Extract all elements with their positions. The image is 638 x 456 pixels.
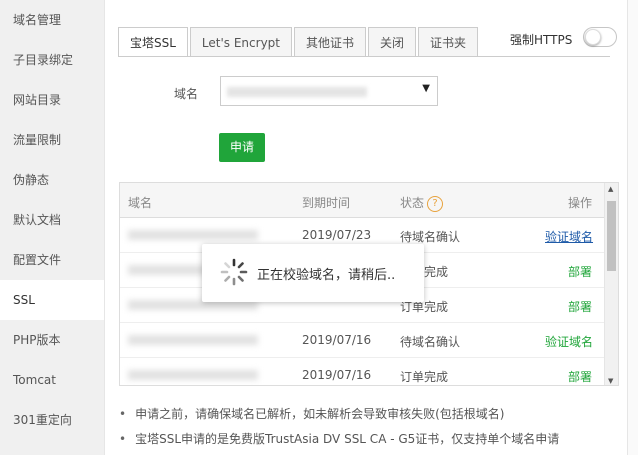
sidebar-item-tomcat[interactable]: Tomcat bbox=[0, 360, 104, 400]
loading-text: 正在校验域名，请稍后.. bbox=[257, 268, 396, 283]
tab-cert-folder[interactable]: 证书夹 bbox=[418, 27, 479, 57]
blurred-domain bbox=[128, 335, 258, 345]
force-https-toggle[interactable] bbox=[583, 27, 617, 47]
table-scrollbar[interactable]: ▲ ▼ bbox=[604, 183, 618, 385]
table-row: 2019/07/16 订单完成 部署 bbox=[120, 358, 618, 385]
sidebar-item-301-redirect[interactable]: 301重定向 bbox=[0, 400, 104, 440]
note-item: 宝塔SSL申请的是免费版TrustAsia DV SSL CA - G5证书，仅… bbox=[119, 431, 559, 456]
header-expire: 到期时间 bbox=[302, 196, 351, 210]
domain-label: 域名 bbox=[174, 87, 199, 101]
tab-other-cert[interactable]: 其他证书 bbox=[294, 27, 367, 57]
scrollbar-thumb[interactable] bbox=[607, 201, 616, 271]
question-icon[interactable]: ? bbox=[427, 195, 444, 212]
table-row: 2019/07/16 待域名确认 验证域名 bbox=[120, 323, 618, 358]
domain-select[interactable]: ▼ bbox=[220, 76, 438, 106]
header-status-text: 状态 bbox=[400, 196, 425, 210]
blurred-domain-value bbox=[227, 87, 367, 97]
blurred-domain bbox=[128, 230, 258, 240]
ssl-tabs: 宝塔SSL Let's Encrypt 其他证书 关闭 证书夹 bbox=[118, 27, 480, 57]
row-status: 待域名确认 bbox=[400, 335, 461, 349]
sidebar-item-php-version[interactable]: PHP版本 bbox=[0, 320, 104, 360]
deploy-link[interactable]: 部署 bbox=[568, 368, 592, 385]
row-expire: 2019/07/23 bbox=[302, 228, 372, 242]
row-status: 完成 bbox=[424, 265, 449, 279]
header-domain: 域名 bbox=[128, 196, 153, 210]
deploy-link[interactable]: 部署 bbox=[568, 263, 592, 280]
header-action: 操作 bbox=[568, 196, 593, 210]
loading-dialog: 正在校验域名，请稍后.. bbox=[202, 244, 424, 302]
tab-close[interactable]: 关闭 bbox=[368, 27, 417, 57]
sidebar-item-traffic-limit[interactable]: 流量限制 bbox=[0, 120, 104, 160]
apply-button[interactable]: 申请 bbox=[219, 133, 265, 162]
verify-domain-link[interactable]: 验证域名 bbox=[545, 333, 593, 350]
verify-domain-link[interactable]: 验证域名 bbox=[545, 228, 593, 245]
sidebar-item-site-directory[interactable]: 网站目录 bbox=[0, 80, 104, 120]
row-status: 订单完成 bbox=[400, 370, 449, 384]
sidebar-item-ssl[interactable]: SSL bbox=[0, 280, 104, 320]
sidebar-item-domain-management[interactable]: 域名管理 bbox=[0, 0, 104, 40]
toggle-knob bbox=[585, 29, 601, 45]
sidebar-item-subdirectory-binding[interactable]: 子目录绑定 bbox=[0, 40, 104, 80]
tab-lets-encrypt[interactable]: Let's Encrypt bbox=[189, 27, 292, 57]
header-status: 状态? bbox=[400, 194, 444, 212]
tabs-divider bbox=[118, 56, 610, 57]
scroll-down-icon[interactable]: ▼ bbox=[608, 377, 613, 385]
note-item: 申请之前，请确保域名已解析，如未解析会导致审核失败(包括根域名) bbox=[119, 406, 559, 431]
background-panel-edge bbox=[627, 0, 638, 455]
blurred-domain bbox=[128, 370, 258, 380]
sidebar: 域名管理 子目录绑定 网站目录 流量限制 伪静态 默认文档 配置文件 SSL P… bbox=[0, 0, 105, 455]
deploy-link[interactable]: 部署 bbox=[568, 298, 592, 315]
force-https-label: 强制HTTPS bbox=[510, 33, 573, 47]
row-expire: 2019/07/16 bbox=[302, 368, 372, 382]
main-content: 宝塔SSL Let's Encrypt 其他证书 关闭 证书夹 强制HTTPS … bbox=[104, 0, 638, 455]
caret-down-icon: ▼ bbox=[422, 83, 430, 94]
tab-bt-ssl[interactable]: 宝塔SSL bbox=[118, 27, 188, 57]
row-status: 待域名确认 bbox=[400, 230, 461, 244]
loading-spinner-icon bbox=[220, 258, 248, 286]
sidebar-item-config-file[interactable]: 配置文件 bbox=[0, 240, 104, 280]
notes-list: 申请之前，请确保域名已解析，如未解析会导致审核失败(包括根域名) 宝塔SSL申请… bbox=[119, 406, 559, 456]
sidebar-item-default-document[interactable]: 默认文档 bbox=[0, 200, 104, 240]
scroll-up-icon[interactable]: ▲ bbox=[608, 185, 613, 193]
table-header: 域名 到期时间 状态? 操作 bbox=[120, 183, 618, 218]
sidebar-item-rewrite[interactable]: 伪静态 bbox=[0, 160, 104, 200]
row-expire: 2019/07/16 bbox=[302, 333, 372, 347]
